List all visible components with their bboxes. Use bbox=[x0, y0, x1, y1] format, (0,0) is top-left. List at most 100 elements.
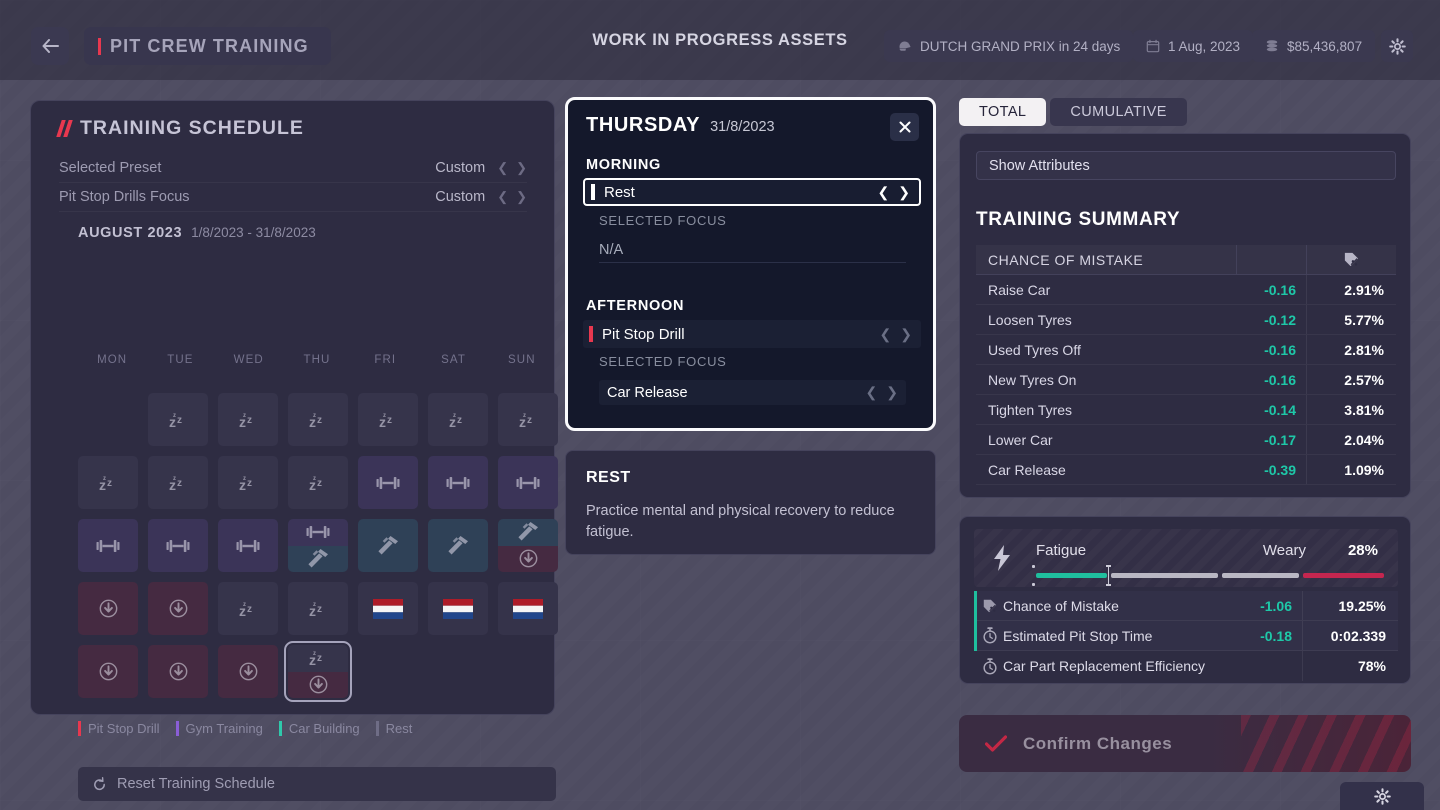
calendar-cell-half: zzz bbox=[148, 393, 208, 446]
calendar-cell-half bbox=[218, 519, 278, 572]
pit-stop-drills-focus-row[interactable]: Pit Stop Drills Focus Custom ❮ ❯ bbox=[59, 183, 527, 212]
calendar-day-cell[interactable] bbox=[358, 456, 418, 509]
svg-text:z: z bbox=[383, 413, 386, 419]
chevron-right-icon[interactable]: ❯ bbox=[516, 189, 527, 205]
chevron-right-icon[interactable]: ❯ bbox=[516, 160, 527, 176]
money-chip[interactable]: $85,436,807 bbox=[1252, 30, 1376, 62]
chevron-left-icon[interactable]: ❮ bbox=[880, 326, 892, 343]
calendar-day-cell[interactable] bbox=[428, 582, 488, 635]
calendar-day-cell[interactable] bbox=[218, 645, 278, 698]
selected-preset-row[interactable]: Selected Preset Custom ❮ ❯ bbox=[59, 154, 527, 183]
calendar-day-cell[interactable] bbox=[148, 582, 208, 635]
settings-button[interactable] bbox=[1381, 30, 1413, 62]
calendar-day-cell[interactable]: zzz bbox=[288, 456, 348, 509]
calendar-day-cell[interactable]: zzz bbox=[284, 641, 352, 702]
svg-text:z: z bbox=[107, 478, 112, 489]
calendar-day-cell[interactable]: zzz bbox=[288, 582, 348, 635]
calendar-day-cell[interactable] bbox=[428, 456, 488, 509]
calendar-day-cell[interactable] bbox=[358, 519, 418, 572]
row-delta: -0.16 bbox=[1264, 281, 1296, 298]
calendar-day-cell[interactable]: zzz bbox=[218, 582, 278, 635]
tab-cumulative[interactable]: CUMULATIVE bbox=[1050, 98, 1187, 126]
morning-arrows[interactable]: ❮ ❯ bbox=[878, 184, 910, 201]
focus-arrows[interactable]: ❮ ❯ bbox=[497, 189, 527, 205]
bottom-settings-button[interactable] bbox=[1340, 782, 1424, 810]
gear-icon bbox=[1388, 37, 1406, 55]
calendar-day-cell[interactable] bbox=[498, 456, 558, 509]
row-value: 2.04% bbox=[1306, 425, 1396, 454]
calendar-day-cell[interactable]: zzz bbox=[218, 393, 278, 446]
morning-activity-selector[interactable]: Rest ❮ ❯ bbox=[583, 178, 921, 206]
reset-training-schedule-button[interactable]: Reset Training Schedule bbox=[78, 767, 556, 801]
chevron-left-icon[interactable]: ❮ bbox=[497, 189, 508, 205]
calendar-day-cell[interactable]: zzz bbox=[148, 456, 208, 509]
cell-icon bbox=[236, 539, 260, 553]
modal-day: THURSDAY bbox=[586, 114, 701, 136]
next-race-chip[interactable]: DUTCH GRAND PRIX in 24 days bbox=[884, 30, 1134, 62]
tab-total[interactable]: TOTAL bbox=[959, 98, 1047, 126]
svg-text:z: z bbox=[243, 413, 246, 419]
calendar-day-cell[interactable] bbox=[148, 519, 208, 572]
calendar-week-row: zzz bbox=[78, 641, 568, 702]
morning-focus-label: SELECTED FOCUS bbox=[599, 213, 727, 228]
calendar-day-cell[interactable]: zzz bbox=[498, 393, 558, 446]
chevron-right-icon[interactable]: ❯ bbox=[886, 384, 898, 401]
afternoon-arrows[interactable]: ❮ ❯ bbox=[880, 326, 912, 343]
preset-arrows[interactable]: ❮ ❯ bbox=[497, 160, 527, 176]
screen-title-pill[interactable]: PIT CREW TRAINING bbox=[84, 27, 331, 65]
confirm-changes-button[interactable]: Confirm Changes bbox=[959, 715, 1411, 772]
day-edit-modal: THURSDAY 31/8/2023 MORNING Rest ❮ ❯ SELE… bbox=[565, 97, 936, 431]
calendar-day-cell[interactable] bbox=[498, 519, 558, 572]
calendar-day-cell[interactable] bbox=[218, 519, 278, 572]
calendar-day-cell[interactable] bbox=[78, 519, 138, 572]
chevron-left-icon[interactable]: ❮ bbox=[497, 160, 508, 176]
fatigue-bar-segment bbox=[1221, 573, 1299, 578]
table-row: Used Tyres Off -0.16 2.81% bbox=[976, 335, 1396, 365]
calendar-day-cell[interactable] bbox=[148, 645, 208, 698]
calendar-day-cell[interactable]: zzz bbox=[288, 393, 348, 446]
afternoon-activity-selector[interactable]: Pit Stop Drill ❮ ❯ bbox=[583, 320, 921, 348]
legend-item: Car Building bbox=[278, 721, 360, 736]
calendar-day-cell[interactable] bbox=[498, 582, 558, 635]
modal-close-button[interactable] bbox=[890, 113, 919, 141]
fatigue-bar-container: Fatigue Weary 28% bbox=[974, 529, 1398, 587]
cell-icon bbox=[306, 525, 330, 539]
calendar-day-cell[interactable]: zzz bbox=[428, 393, 488, 446]
cell-icon: zzz bbox=[307, 649, 329, 667]
calendar-day-cell[interactable]: zzz bbox=[358, 393, 418, 446]
stat-value: 0:02.339 bbox=[1302, 621, 1398, 650]
pit-stop-drill-icon bbox=[239, 662, 257, 681]
calendar-day-cell[interactable] bbox=[78, 645, 138, 698]
table-row: Raise Car -0.16 2.91% bbox=[976, 275, 1396, 305]
calendar-day-cell[interactable] bbox=[78, 582, 138, 635]
description-body: Practice mental and physical recovery to… bbox=[586, 503, 895, 541]
chevron-left-icon[interactable]: ❮ bbox=[878, 184, 890, 201]
cell-icon bbox=[373, 598, 403, 619]
afternoon-focus-arrows[interactable]: ❮ ❯ bbox=[866, 384, 898, 401]
calendar-day-cell[interactable] bbox=[428, 519, 488, 572]
legend-color-swatch bbox=[375, 721, 379, 736]
calendar-cell-half bbox=[148, 582, 208, 635]
svg-text:z: z bbox=[457, 415, 462, 426]
back-button[interactable] bbox=[31, 27, 69, 65]
show-attributes-button[interactable]: Show Attributes bbox=[976, 151, 1396, 180]
day-of-week-mon: MON bbox=[97, 354, 128, 366]
cell-icon bbox=[99, 662, 118, 681]
date-chip[interactable]: 1 Aug, 2023 bbox=[1133, 30, 1254, 62]
calendar-day-cell[interactable]: zzz bbox=[218, 456, 278, 509]
calendar-day-cell[interactable]: zzz bbox=[78, 456, 138, 509]
calendar-cell-half: zzz bbox=[358, 393, 418, 446]
calendar-day-cell[interactable]: zzz bbox=[148, 393, 208, 446]
chevron-right-icon[interactable]: ❯ bbox=[900, 326, 912, 343]
calendar-day-cell[interactable] bbox=[288, 519, 348, 572]
chevron-left-icon[interactable]: ❮ bbox=[866, 384, 878, 401]
afternoon-focus-selector[interactable]: Car Release ❮ ❯ bbox=[599, 380, 906, 405]
svg-text:z: z bbox=[313, 602, 316, 608]
calendar-cell-half bbox=[498, 545, 558, 572]
sleep-zzz-icon: z zz bbox=[379, 413, 392, 429]
table-header-row: CHANCE OF MISTAKE bbox=[976, 245, 1396, 275]
pit-stop-focus-value: Custom bbox=[435, 189, 486, 205]
calendar-grid: zzzzzzzzzzzzzzzzzzzzzzzzzzzzzzzzzzzzzzz bbox=[78, 393, 568, 708]
chevron-right-icon[interactable]: ❯ bbox=[898, 184, 910, 201]
calendar-day-cell[interactable] bbox=[358, 582, 418, 635]
